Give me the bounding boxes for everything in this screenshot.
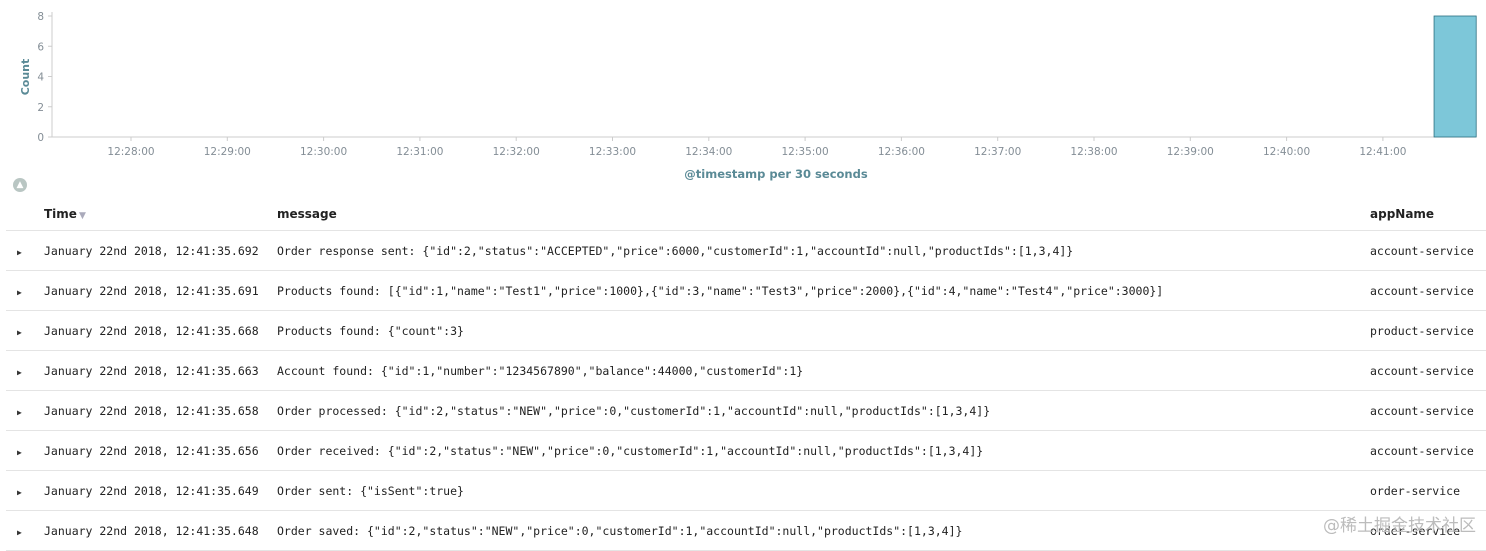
table-row[interactable]: ▶ January 22nd 2018, 12:41:35.692 Order re… [6, 230, 1486, 271]
x-tick-label: 12:32:00 [493, 146, 540, 158]
histogram-chart: 02468 12:28:00 12:29:00 12:30:00 12:31:00 12… [19, 11, 1477, 181]
x-tick-label: 12:38:00 [1070, 146, 1117, 158]
x-tick-label: 12:33:00 [589, 146, 636, 158]
sort-down-icon[interactable]: ▼ [79, 211, 86, 221]
chart-collapse-icon[interactable]: ▲ [13, 178, 27, 192]
expand-column-header [6, 198, 44, 231]
x-tick-label: 12:39:00 [1167, 146, 1214, 158]
expand-row-icon[interactable]: ▶ [17, 288, 22, 297]
expand-cell[interactable]: ▶ [6, 430, 44, 471]
message-cell: Products found: [{"id":1,"name":"Test1",… [277, 270, 1370, 311]
time-cell: January 22nd 2018, 12:41:35.648 [44, 510, 277, 551]
table-row[interactable]: ▶ January 22nd 2018, 12:41:35.658 Order pr… [6, 390, 1486, 431]
appname-cell: order-service [1370, 470, 1486, 511]
documents-table: Time ▼ message appName ▶ January 22nd 2018… [6, 198, 1486, 551]
histogram-bars[interactable] [1433, 15, 1477, 138]
message-cell: Order processed: {"id":2,"status":"NEW",… [277, 390, 1370, 431]
x-tick-label: 12:37:00 [974, 146, 1021, 158]
time-cell: January 22nd 2018, 12:41:35.668 [44, 310, 277, 351]
expand-cell[interactable]: ▶ [6, 270, 44, 311]
expand-row-icon[interactable]: ▶ [17, 408, 22, 417]
expand-cell[interactable]: ▶ [6, 390, 44, 431]
y-axis: 0 2 4 6 8 [37, 11, 53, 144]
y-tick-label: 4 [37, 72, 44, 84]
time-cell: January 22nd 2018, 12:41:35.663 [44, 350, 277, 391]
message-cell: Products found: {"count":3} [277, 310, 1370, 351]
time-cell: January 22nd 2018, 12:41:35.692 [44, 230, 277, 271]
expand-cell[interactable]: ▶ [6, 510, 44, 551]
y-tick-label: 2 [37, 102, 44, 114]
expand-row-icon[interactable]: ▶ [17, 248, 22, 257]
expand-row-icon[interactable]: ▶ [17, 528, 22, 537]
time-header-label: Time [44, 207, 77, 221]
table-header-row: Time ▼ message appName [6, 198, 1486, 231]
x-tick-label: 12:31:00 [396, 146, 443, 158]
x-tick-label: 12:34:00 [685, 146, 732, 158]
message-cell: Order saved: {"id":2,"status":"NEW","pri… [277, 510, 1370, 551]
x-axis-label: @timestamp per 30 seconds [684, 167, 868, 181]
y-tick-label: 0 [37, 132, 44, 144]
expand-cell[interactable]: ▶ [6, 230, 44, 271]
message-cell: Order response sent: {"id":2,"status":"A… [277, 230, 1370, 271]
table-row[interactable]: ▶ January 22nd 2018, 12:41:35.668 Products… [6, 310, 1486, 351]
y-tick-label: 6 [37, 41, 44, 53]
appname-cell: account-service [1370, 230, 1486, 271]
table-row[interactable]: ▶ January 22nd 2018, 12:41:35.663 Account … [6, 350, 1486, 391]
histogram-bar[interactable] [1433, 15, 1477, 138]
table-row[interactable]: ▶ January 22nd 2018, 12:41:35.649 Order se… [6, 470, 1486, 511]
x-tick-label: 12:28:00 [107, 146, 154, 158]
expand-row-icon[interactable]: ▶ [17, 488, 22, 497]
expand-row-icon[interactable]: ▶ [17, 448, 22, 457]
appname-cell: account-service [1370, 270, 1486, 311]
expand-cell[interactable]: ▶ [6, 310, 44, 351]
x-tick-label: 12:36:00 [878, 146, 925, 158]
x-tick-label: 12:35:00 [782, 146, 829, 158]
appname-cell: account-service [1370, 350, 1486, 391]
x-tick-label: 12:41:00 [1359, 146, 1406, 158]
table-row[interactable]: ▶ January 22nd 2018, 12:41:35.691 Products… [6, 270, 1486, 311]
time-cell: January 22nd 2018, 12:41:35.658 [44, 390, 277, 431]
expand-cell[interactable]: ▶ [6, 350, 44, 391]
appname-cell: account-service [1370, 390, 1486, 431]
appname-cell: account-service [1370, 430, 1486, 471]
appname-column-header[interactable]: appName [1370, 198, 1486, 231]
x-tick-label: 12:29:00 [204, 146, 251, 158]
time-cell: January 22nd 2018, 12:41:35.691 [44, 270, 277, 311]
message-cell: Order received: {"id":2,"status":"NEW","… [277, 430, 1370, 471]
appname-cell: order-service [1370, 510, 1486, 551]
expand-cell[interactable]: ▶ [6, 470, 44, 511]
message-cell: Account found: {"id":1,"number":"1234567… [277, 350, 1370, 391]
appname-cell: product-service [1370, 310, 1486, 351]
y-axis-label: Count [19, 59, 32, 96]
table-row[interactable]: ▶ January 22nd 2018, 12:41:35.656 Order re… [6, 430, 1486, 471]
table-row[interactable]: ▶ January 22nd 2018, 12:41:35.648 Order sa… [6, 510, 1486, 551]
y-tick-label: 8 [37, 11, 44, 23]
time-column-header[interactable]: Time ▼ [44, 198, 277, 231]
x-tick-label: 12:40:00 [1263, 146, 1310, 158]
message-column-header[interactable]: message [277, 198, 1370, 231]
x-axis: 12:28:00 12:29:00 12:30:00 12:31:00 12:32:00… [52, 136, 1476, 158]
time-cell: January 22nd 2018, 12:41:35.649 [44, 470, 277, 511]
x-tick-label: 12:30:00 [300, 146, 347, 158]
time-cell: January 22nd 2018, 12:41:35.656 [44, 430, 277, 471]
expand-row-icon[interactable]: ▶ [17, 368, 22, 377]
expand-row-icon[interactable]: ▶ [17, 328, 22, 337]
message-cell: Order sent: {"isSent":true} [277, 470, 1370, 511]
